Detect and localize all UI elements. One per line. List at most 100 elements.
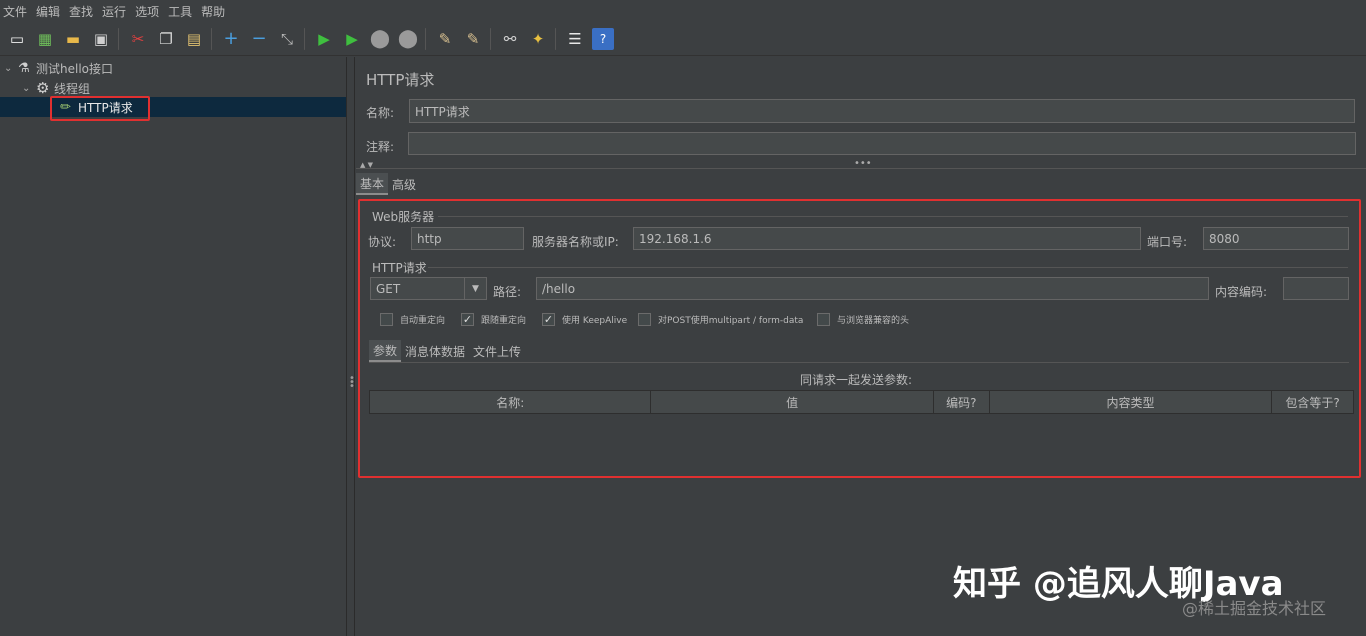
chevron-down-icon[interactable]: ⌄ <box>4 63 18 74</box>
http-request-panel: HTTP请求 名称: HTTP请求 注释: ▲ ▼ ••• 基本 高级 Web服… <box>356 57 1366 636</box>
page-title: HTTP请求 <box>366 71 435 89</box>
menu-edit[interactable]: 编辑 <box>36 3 60 20</box>
toolbar: ▭ ▦ ▬ ▣ ✂ ❐ ▤ + − ⤡ ▶ ▶ ⬤ ⬤ ✎ ✎ ⚯ ✦ ☰ ? <box>0 22 1366 56</box>
column-header-include-equals[interactable]: 包含等于? <box>1272 391 1353 413</box>
name-field[interactable]: HTTP请求 <box>409 99 1355 123</box>
flask-icon: ⚗ <box>18 60 30 76</box>
comment-label: 注释: <box>366 140 395 154</box>
checkbox-box[interactable] <box>638 313 651 326</box>
method-value: GET <box>376 281 401 296</box>
search-icon[interactable]: ⚯ <box>499 28 521 50</box>
column-header-content-type[interactable]: 内容类型 <box>990 391 1273 413</box>
port-label: 端口号: <box>1147 235 1188 249</box>
protocol-field[interactable]: http <box>411 227 524 250</box>
divider <box>356 168 1366 169</box>
paste-icon[interactable]: ▤ <box>183 28 205 50</box>
tab-file-upload[interactable]: 文件上传 <box>469 340 525 362</box>
toolbar-separator <box>490 27 491 50</box>
copy-icon[interactable]: ❐ <box>155 28 177 50</box>
column-header-encode[interactable]: 编码? <box>934 391 990 413</box>
toolbar-separator <box>304 27 305 50</box>
function-helper-icon[interactable]: ☰ <box>564 28 586 50</box>
check-icon[interactable]: ✓ <box>461 313 474 326</box>
help-icon[interactable]: ? <box>592 27 614 50</box>
tab-body-data[interactable]: 消息体数据 <box>401 340 469 362</box>
name-label: 名称: <box>366 106 395 120</box>
stop-icon[interactable]: ⬤ <box>369 28 391 50</box>
server-field[interactable]: 192.168.1.6 <box>633 227 1141 250</box>
toggle-icon[interactable]: ⤡ <box>276 28 298 50</box>
parameters-table-header: 名称: 值 编码? 内容类型 包含等于? <box>369 390 1354 414</box>
cut-icon[interactable]: ✂ <box>127 28 149 50</box>
chevron-down-icon[interactable]: ⌄ <box>22 83 36 94</box>
toolbar-separator <box>425 27 426 50</box>
column-header-value[interactable]: 值 <box>651 391 934 413</box>
menu-bar: 文件 编辑 查找 运行 选项 工具 帮助 <box>0 0 1366 22</box>
check-icon[interactable]: ✓ <box>542 313 555 326</box>
tree-item-label: 测试hello接口 <box>36 61 113 76</box>
expand-icon[interactable]: + <box>220 28 242 50</box>
server-label: 服务器名称或IP: <box>532 235 619 249</box>
clear-icon[interactable]: ✎ <box>434 28 456 50</box>
path-label: 路径: <box>493 285 522 299</box>
splitter[interactable]: • • • <box>346 57 355 636</box>
keepalive-checkbox[interactable]: ✓ 使用 KeepAlive <box>542 313 627 326</box>
gear-icon: ⚙ <box>36 79 50 97</box>
checkbox-label: 与浏览器兼容的头 <box>837 316 910 326</box>
save-icon[interactable]: ▣ <box>90 28 112 50</box>
tree-item-label: 线程组 <box>54 81 91 96</box>
highlight-box <box>50 96 150 121</box>
menu-tools[interactable]: 工具 <box>168 3 192 20</box>
tab-basic[interactable]: 基本 <box>356 173 389 195</box>
main-tabs: 基本 高级 <box>356 173 420 195</box>
menu-options[interactable]: 选项 <box>135 3 159 20</box>
checkbox-label: 跟随重定向 <box>481 316 527 326</box>
templates-icon[interactable]: ▦ <box>34 28 56 50</box>
tab-parameters[interactable]: 参数 <box>369 340 402 362</box>
menu-help[interactable]: 帮助 <box>201 3 225 20</box>
checkbox-label: 使用 KeepAlive <box>562 316 628 326</box>
http-request-group-title: HTTP请求 <box>372 261 427 275</box>
new-icon[interactable]: ▭ <box>6 28 28 50</box>
menu-file[interactable]: 文件 <box>3 3 27 20</box>
comment-field[interactable] <box>408 132 1356 155</box>
parameters-table-body[interactable] <box>369 414 1354 472</box>
menu-run[interactable]: 运行 <box>102 3 126 20</box>
clear-all-icon[interactable]: ✎ <box>462 28 484 50</box>
column-header-name[interactable]: 名称: <box>370 391 652 413</box>
tree-item-test-plan[interactable]: ⌄ ⚗ 测试hello接口 <box>4 58 113 78</box>
start-icon[interactable]: ▶ <box>313 28 335 50</box>
checkbox-box[interactable] <box>817 313 830 326</box>
open-icon[interactable]: ▬ <box>62 28 84 50</box>
web-server-group-title: Web服务器 <box>372 210 435 224</box>
group-divider <box>438 216 1348 217</box>
watermark-juejin: @稀土掘金技术社区 <box>1182 599 1327 618</box>
divider <box>369 362 1349 363</box>
tree-item-thread-group[interactable]: ⌄ ⚙ 线程组 <box>22 78 90 98</box>
auto-redirect-checkbox[interactable]: 自动重定向 <box>380 313 445 326</box>
browser-compatible-headers-checkbox[interactable]: 与浏览器兼容的头 <box>817 313 909 326</box>
path-field[interactable]: /hello <box>536 277 1209 300</box>
start-no-pause-icon[interactable]: ▶ <box>341 28 363 50</box>
menu-search[interactable]: 查找 <box>69 3 93 20</box>
checkbox-label: 自动重定向 <box>400 316 446 326</box>
parameter-tabs: 参数 消息体数据 文件上传 <box>369 340 525 362</box>
checkbox-box[interactable] <box>380 313 393 326</box>
drag-handle-icon[interactable]: ••• <box>349 374 355 392</box>
port-field[interactable]: 8080 <box>1203 227 1349 250</box>
group-divider <box>428 267 1348 268</box>
tab-advanced[interactable]: 高级 <box>388 173 420 195</box>
multipart-checkbox[interactable]: 对POST使用multipart / form-data <box>638 313 803 326</box>
toolbar-separator <box>555 27 556 50</box>
table-caption: 同请求一起发送参数: <box>800 373 913 387</box>
chevron-down-icon[interactable]: ▼ <box>464 278 486 299</box>
follow-redirect-checkbox[interactable]: ✓ 跟随重定向 <box>461 313 526 326</box>
shutdown-icon[interactable]: ⬤ <box>397 28 419 50</box>
encoding-label: 内容编码: <box>1215 285 1268 299</box>
encoding-field[interactable] <box>1283 277 1349 300</box>
method-select[interactable]: GET ▼ <box>370 277 487 300</box>
toolbar-separator <box>211 27 212 50</box>
reset-search-icon[interactable]: ✦ <box>527 28 549 50</box>
collapse-icon[interactable]: − <box>248 28 270 50</box>
checkbox-label: 对POST使用multipart / form-data <box>658 316 804 326</box>
